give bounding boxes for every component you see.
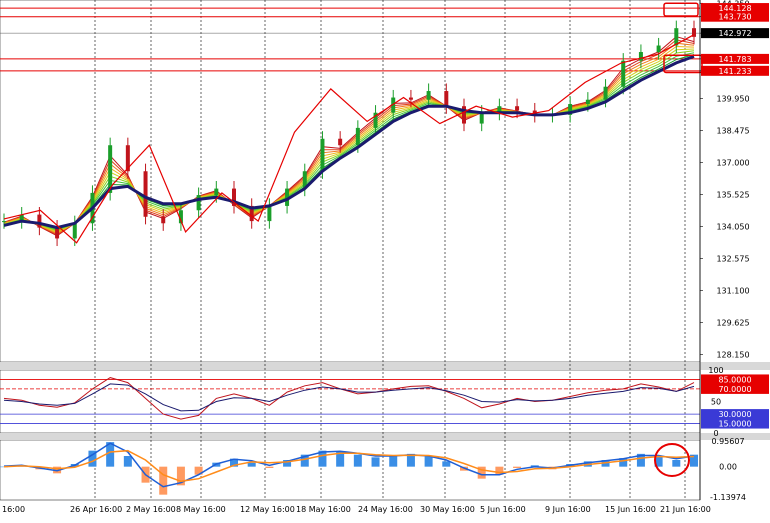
y-tick-label: 139.950 <box>716 95 749 104</box>
x-tick-label: 24 May 16:00 <box>358 505 413 514</box>
chart-root: 16:00 26 Apr 16:00 2 May 16:00 8 May 16:00 1… <box>0 0 770 518</box>
rsi-line <box>3 383 695 412</box>
price-candle-body <box>515 106 520 111</box>
rsi-tick-label: 100 <box>708 366 723 375</box>
macd-histogram-bar <box>265 466 274 468</box>
y-tick-label: 131.100 <box>716 286 749 295</box>
macd-histogram-bar <box>442 461 451 467</box>
x-tick-label: 15 Jun 16:00 <box>605 505 656 514</box>
price-candle-body <box>355 127 360 146</box>
macd-histogram-bar <box>389 455 398 467</box>
y-tick-label: 132.575 <box>716 254 749 263</box>
price-candle-body <box>603 86 608 100</box>
price-candle-body <box>161 216 166 224</box>
price-label-text: 141.783 <box>718 55 751 64</box>
rsi-tick-label: 50 <box>711 398 721 407</box>
rsi-line <box>3 377 695 420</box>
x-tick-label: 26 Apr 16:00 <box>70 505 122 514</box>
price-candle-body <box>55 227 60 239</box>
y-tick-label: 138.475 <box>716 127 749 136</box>
x-tick-label: 18 May 16:00 <box>296 505 351 514</box>
price-label-text: 142.972 <box>718 29 751 38</box>
price-candle-body <box>196 195 201 211</box>
price-candle-body <box>267 205 272 222</box>
y-tick-label: 137.000 <box>716 159 749 168</box>
macd-histogram-bar <box>371 457 380 467</box>
x-tick-label: 8 May 16:00 <box>176 505 226 514</box>
y-tick-label: 129.625 <box>716 318 749 327</box>
price-candle-body <box>656 45 661 53</box>
price-label-text: 143.730 <box>718 13 751 22</box>
x-tick-label: 16:00 <box>2 505 25 514</box>
rsi-level-label: 15.0000 <box>718 420 751 429</box>
macd-tick-label: -1.13974 <box>710 493 746 502</box>
price-candle-body <box>621 60 626 87</box>
price-candle-body <box>338 138 343 146</box>
price-candle-body <box>2 221 6 223</box>
x-tick-label: 2 May 16:00 <box>126 505 176 514</box>
price-candle-body <box>426 91 431 100</box>
pane-divider <box>0 433 770 440</box>
x-tick-label: 21 Jun 16:00 <box>660 505 711 514</box>
chart-svg: 16:00 26 Apr 16:00 2 May 16:00 8 May 16:00 1… <box>0 0 770 514</box>
level-highlight-box <box>663 2 699 17</box>
rsi-level-label: 85.0000 <box>718 375 751 384</box>
price-candle-body <box>72 223 77 239</box>
price-candle-body <box>143 171 148 217</box>
price-candle-body <box>320 138 325 172</box>
pane-frame-2 <box>0 439 701 501</box>
y-tick-label: 134.050 <box>716 223 749 232</box>
price-candle-body <box>37 214 42 228</box>
macd-histogram-bar <box>159 466 168 495</box>
macd-histogram-bar <box>353 454 362 467</box>
level-lines-layer <box>0 7 700 424</box>
macd-tick-label: 0.95607 <box>711 437 744 446</box>
macd-histogram-bar <box>247 462 256 467</box>
ma-ribbon-line <box>3 36 695 237</box>
pane-divider <box>0 362 770 370</box>
x-tick-label: 5 Jun 16:00 <box>480 505 526 514</box>
price-candle-body <box>444 91 449 107</box>
macd-histogram-bar <box>513 466 522 468</box>
series-layer <box>0 2 703 495</box>
x-tick-label: 30 May 16:00 <box>420 505 475 514</box>
price-label-text: 141.233 <box>718 67 751 76</box>
rsi-level-label: 30.0000 <box>718 410 751 419</box>
ma-ribbon-line <box>3 42 695 235</box>
x-tick-label: 12 May 16:00 <box>240 505 295 514</box>
rsi-level-label: 70.0000 <box>718 385 751 394</box>
y-tick-label: 128.150 <box>716 350 749 359</box>
ma-ribbon-line <box>3 39 695 236</box>
price-candle-body <box>214 188 219 196</box>
price-candle-body <box>585 99 590 105</box>
macd-histogram-bar <box>123 456 132 467</box>
price-candle-body <box>408 97 413 100</box>
price-candle-body <box>638 52 643 61</box>
x-tick-label: 9 Jun 16:00 <box>545 505 591 514</box>
ma-ribbon-line <box>3 45 695 234</box>
macd-tick-label: 0.00 <box>719 463 737 472</box>
zigzag-line <box>3 34 695 244</box>
y-tick-label: 135.525 <box>716 191 749 200</box>
macd-histogram-bar <box>672 460 681 467</box>
macd-histogram-bar <box>424 456 433 467</box>
price-candle-body <box>479 112 484 124</box>
